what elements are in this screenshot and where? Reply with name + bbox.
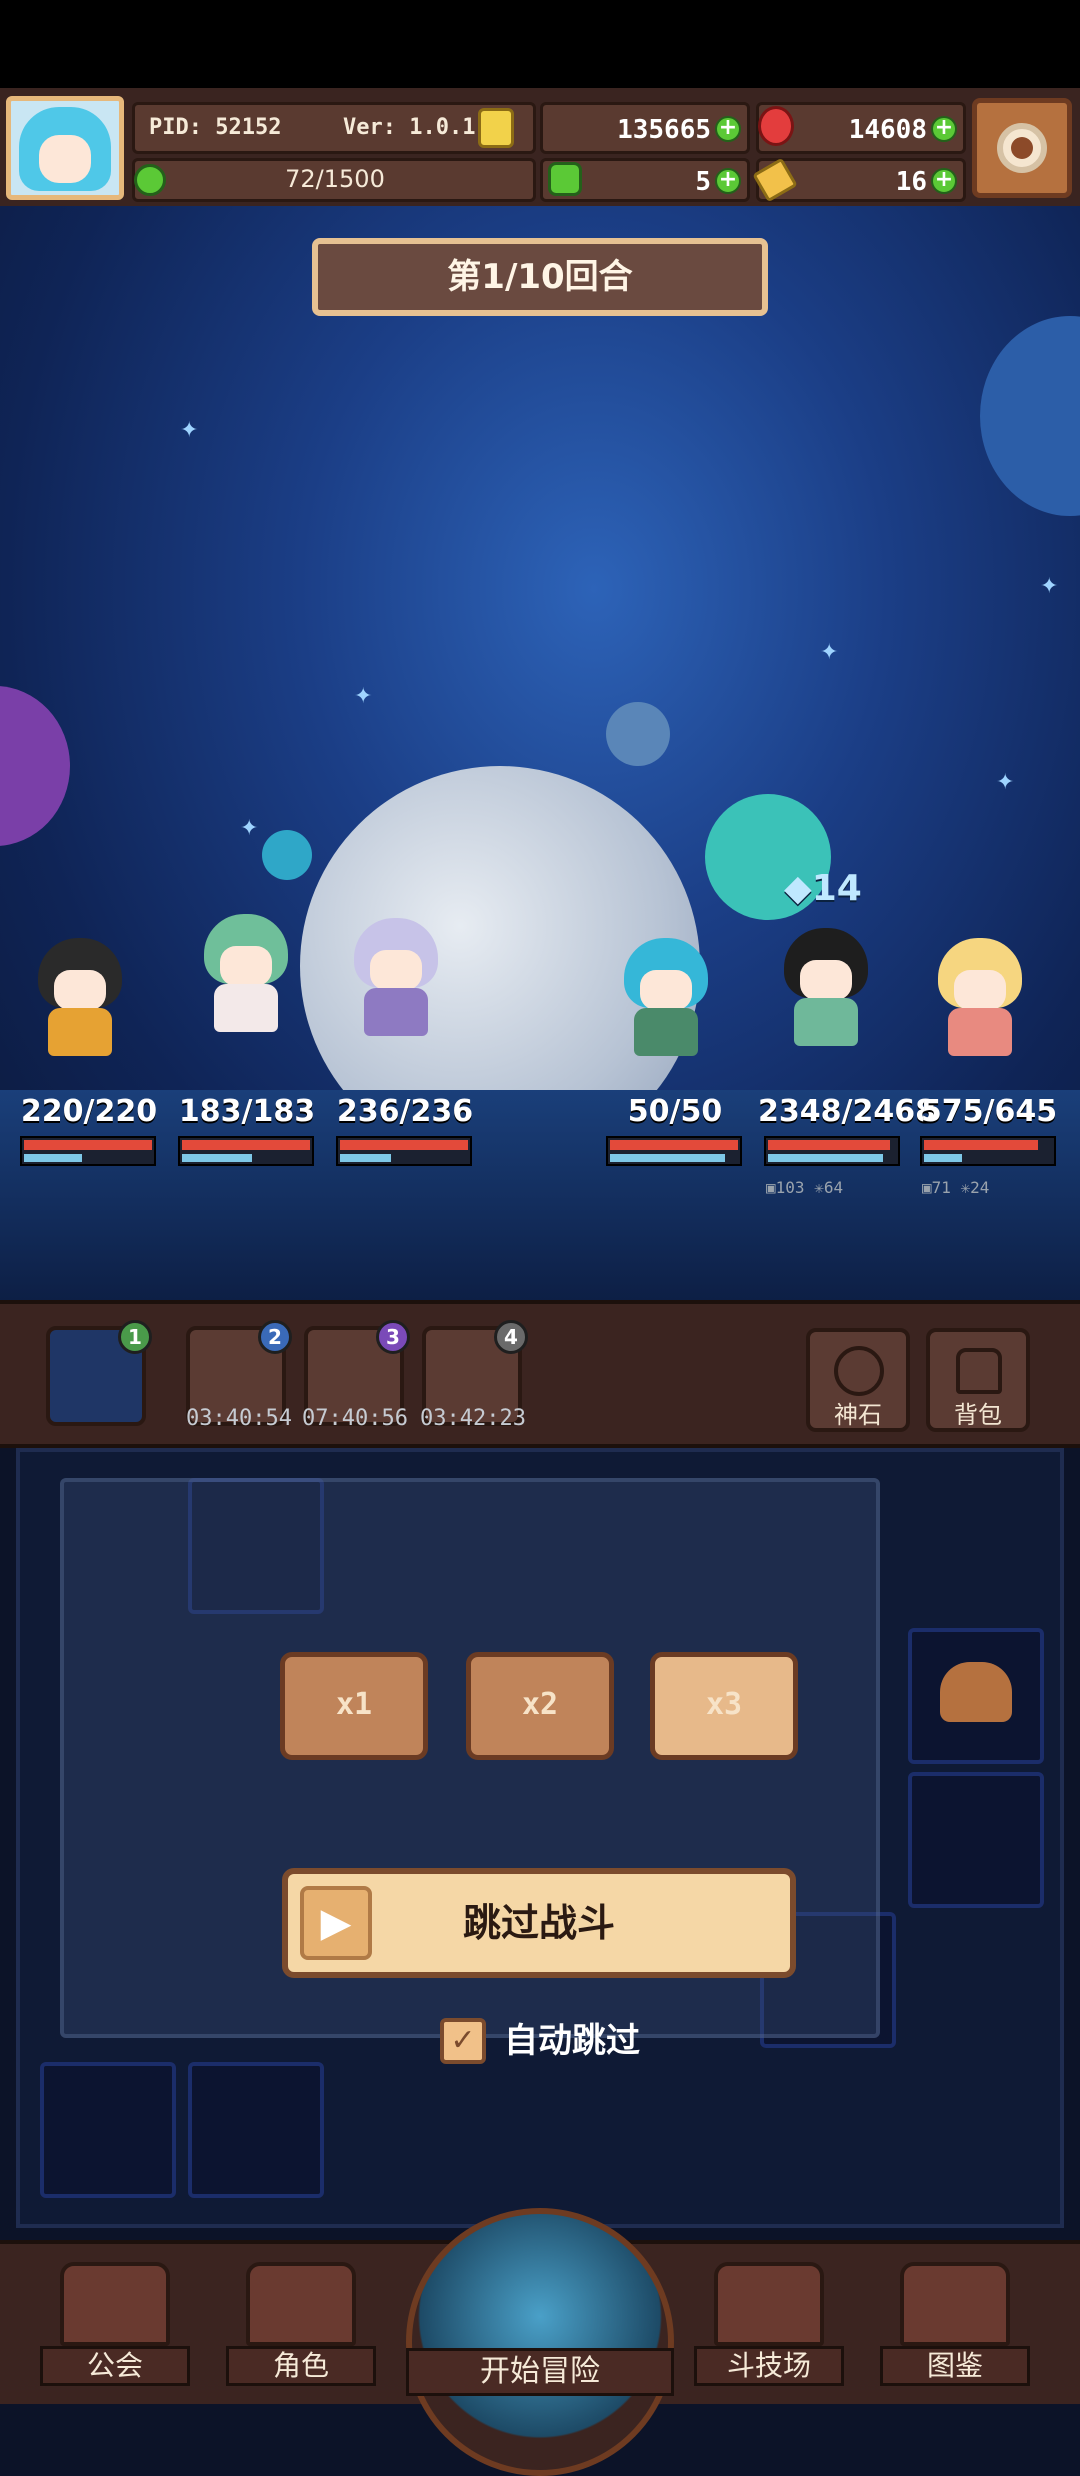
ally-1-hp: 220/220 xyxy=(20,1094,158,1129)
enemy-unit-1[interactable] xyxy=(606,930,726,1058)
blue-planet xyxy=(980,316,1080,516)
small-planet xyxy=(606,702,670,766)
slot-1-badge: 1 xyxy=(118,1320,152,1354)
shield-icon: ◆ xyxy=(784,868,812,909)
key-value: 16 xyxy=(895,167,927,197)
gold-coin-icon xyxy=(478,108,514,148)
player-info-bar: PID: 52152 Ver: 1.0.1.7 xyxy=(132,102,536,154)
add-ruby-icon[interactable]: + xyxy=(931,116,957,142)
ally-hero-1[interactable] xyxy=(20,930,140,1058)
magnifier-icon xyxy=(406,2208,674,2476)
ally-2-bar xyxy=(178,1136,314,1166)
enemy-3-stats: ▣71 ✳24 xyxy=(922,1178,990,1197)
board-tile xyxy=(908,1772,1044,1908)
shield-buff: ◆14 xyxy=(784,868,862,909)
codex-book-icon xyxy=(900,2262,1010,2346)
round-banner: 第1/10回合 xyxy=(312,238,768,316)
purple-planet xyxy=(0,686,70,846)
queue-strip xyxy=(0,1300,1080,1448)
enemy-1-bar xyxy=(606,1136,742,1166)
shield-buff-count: 14 xyxy=(811,868,862,909)
god-stone-label: 神石 xyxy=(834,1401,882,1429)
crossed-swords-icon xyxy=(714,2262,824,2346)
ally-1-bar xyxy=(20,1136,156,1166)
clover-value: 5 xyxy=(695,167,711,197)
enemy-2-bar xyxy=(764,1136,900,1166)
ally-3-hp: 236/236 xyxy=(336,1094,474,1129)
board-tile xyxy=(40,2062,176,2198)
settings-gear-icon[interactable] xyxy=(972,98,1072,198)
ally-hero-2[interactable] xyxy=(186,906,306,1034)
exp-value: 72/1500 xyxy=(285,165,385,193)
nav-character-label: 角色 xyxy=(226,2346,376,2386)
ally-hero-3[interactable] xyxy=(336,910,456,1038)
nav-arena[interactable]: 斗技场 xyxy=(694,2262,844,2386)
guild-icon xyxy=(60,2262,170,2346)
character-icon xyxy=(246,2262,356,2346)
ruby-gem-icon xyxy=(758,106,794,146)
speed-x1-button[interactable]: x1 xyxy=(280,1652,428,1760)
enemy-unit-2[interactable] xyxy=(766,920,886,1048)
ruby-value: 14608 xyxy=(848,115,927,145)
nav-guild-label: 公会 xyxy=(40,2346,190,2386)
backpack-icon xyxy=(956,1348,1002,1394)
tiny-planet xyxy=(262,830,312,880)
slot-2-badge: 2 xyxy=(258,1320,292,1354)
fast-forward-icon: ▶ xyxy=(300,1886,372,1960)
queue-slot-1[interactable]: 1 xyxy=(46,1320,152,1426)
slot-4-badge: 4 xyxy=(494,1320,528,1354)
clover-exp-icon xyxy=(134,164,166,196)
horned-helmet-icon xyxy=(940,1662,1012,1722)
gold-counter: 135665 + xyxy=(540,102,750,154)
add-key-icon[interactable]: + xyxy=(931,168,957,194)
god-stone-button[interactable]: 神石 xyxy=(806,1328,910,1432)
nav-arena-label: 斗技场 xyxy=(694,2346,844,2386)
slot-2-timer: 03:40:54 xyxy=(186,1406,292,1431)
speed-x3-button[interactable]: x3 xyxy=(650,1652,798,1760)
ally-2-hp: 183/183 xyxy=(178,1094,316,1129)
auto-skip-checkbox[interactable]: ✓ xyxy=(440,2018,486,2064)
player-id: PID: 52152 xyxy=(149,115,282,140)
nav-guild[interactable]: 公会 xyxy=(40,2262,190,2386)
add-clover-icon[interactable]: + xyxy=(715,168,741,194)
compass-icon xyxy=(834,1346,884,1396)
enemy-1-hp: 50/50 xyxy=(627,1094,723,1129)
backpack-button[interactable]: 背包 xyxy=(926,1328,1030,1432)
dungeon-board xyxy=(16,1448,1064,2228)
nav-codex[interactable]: 图鉴 xyxy=(880,2262,1030,2386)
add-gold-icon[interactable]: + xyxy=(715,116,741,142)
nav-adventure-label: 开始冒险 xyxy=(406,2348,674,2396)
speed-x2-button[interactable]: x2 xyxy=(466,1652,614,1760)
board-tile xyxy=(188,2062,324,2198)
enemy-unit-3[interactable] xyxy=(920,930,1040,1058)
clover-icon xyxy=(548,162,582,196)
ally-3-bar xyxy=(336,1136,472,1166)
slot-3-timer: 07:40:56 xyxy=(302,1406,408,1431)
player-avatar[interactable] xyxy=(6,96,124,200)
enemy-3-bar xyxy=(920,1136,1056,1166)
auto-skip-label: 自动跳过 xyxy=(504,2021,640,2061)
enemy-2-stats: ▣103 ✳64 xyxy=(766,1178,844,1197)
nav-character[interactable]: 角色 xyxy=(226,2262,376,2386)
nav-start-adventure[interactable]: 开始冒险 xyxy=(406,2208,674,2476)
enemy-2-hp: 2348/2468 xyxy=(758,1094,936,1129)
skip-battle-button[interactable]: 跳过战斗 ▶ xyxy=(282,1868,796,1978)
backpack-label: 背包 xyxy=(954,1401,1002,1429)
slot-3-badge: 3 xyxy=(376,1320,410,1354)
exp-bar: 72/1500 xyxy=(132,158,536,202)
nav-codex-label: 图鉴 xyxy=(880,2346,1030,2386)
enemy-3-hp: 575/645 xyxy=(920,1094,1058,1129)
slot-4-timer: 03:42:23 xyxy=(420,1406,526,1431)
status-bar xyxy=(0,0,1080,88)
gold-value: 135665 xyxy=(617,115,711,145)
